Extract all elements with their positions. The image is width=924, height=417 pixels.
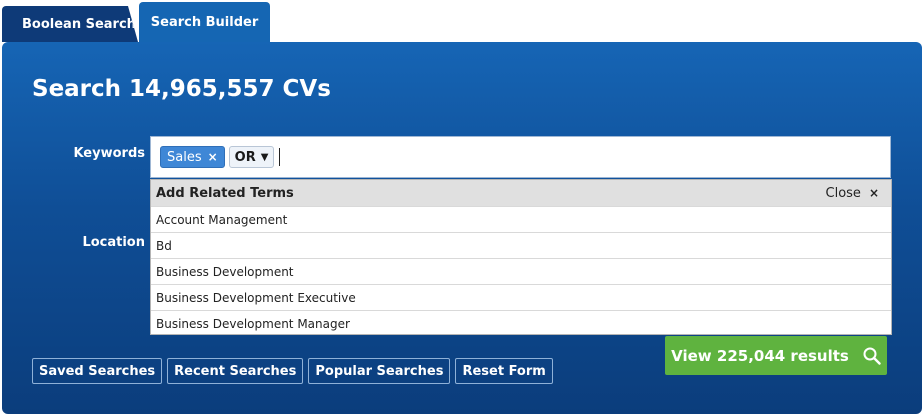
related-term-item[interactable]: Bd	[151, 232, 891, 258]
related-terms-title: Add Related Terms	[156, 185, 294, 201]
saved-searches-button[interactable]: Saved Searches	[32, 358, 163, 384]
keyword-chip[interactable]: Sales ×	[160, 146, 225, 168]
operator-select[interactable]: OR ▼	[228, 146, 275, 168]
close-button[interactable]: Close ×	[826, 186, 879, 201]
remove-chip-icon[interactable]: ×	[208, 150, 218, 164]
close-label: Close	[825, 185, 861, 201]
recent-searches-button[interactable]: Recent Searches	[167, 358, 304, 384]
popular-searches-button[interactable]: Popular Searches	[308, 358, 451, 384]
related-terms-dropdown: Add Related Terms Close × Account Manage…	[150, 179, 892, 335]
view-results-label: View 225,044 results	[671, 346, 849, 365]
keywords-label: Keywords	[73, 146, 145, 161]
search-icon	[863, 347, 881, 365]
reset-form-button[interactable]: Reset Form	[455, 358, 553, 384]
related-term-item[interactable]: Account Management	[151, 206, 891, 232]
related-term-item[interactable]: Business Development	[151, 258, 891, 284]
related-term-item[interactable]: Business Development Executive	[151, 284, 891, 310]
related-term-item[interactable]: Business Development Manager	[151, 310, 891, 336]
tab-boolean-search[interactable]: Boolean Search	[2, 6, 138, 42]
page-title: Search 14,965,557 CVs	[32, 76, 331, 102]
related-terms-header: Add Related Terms Close ×	[151, 180, 891, 206]
tab-search-builder[interactable]: Search Builder	[139, 2, 270, 44]
location-label: Location	[82, 235, 145, 250]
tab-bar: Boolean Search Search Builder	[0, 0, 924, 44]
chevron-down-icon: ▼	[260, 151, 269, 163]
secondary-actions: Saved Searches Recent Searches Popular S…	[32, 358, 558, 384]
view-results-button[interactable]: View 225,044 results	[665, 336, 887, 375]
close-icon: ×	[868, 186, 879, 200]
text-cursor	[279, 148, 281, 166]
keyword-chip-label: Sales	[167, 149, 202, 165]
operator-value: OR	[234, 149, 256, 165]
keywords-input[interactable]: Sales × OR ▼	[150, 136, 891, 178]
